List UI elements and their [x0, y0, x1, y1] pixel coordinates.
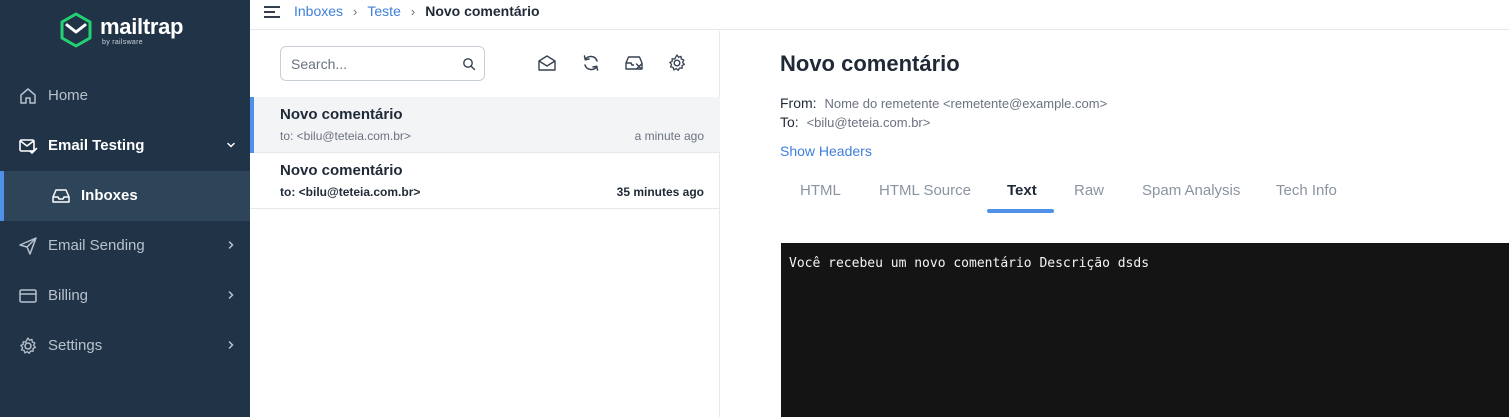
breadcrumb: Inboxes › Teste › Novo comentário	[294, 3, 540, 19]
sidebar-item-settings[interactable]: Settings	[0, 321, 250, 371]
inbox-icon	[52, 189, 70, 203]
show-headers-link[interactable]: Show Headers	[780, 143, 872, 159]
to-line: To: <bilu@teteia.com.br>	[780, 114, 930, 130]
brand-name: mailtrap	[100, 14, 184, 39]
message-text-body: Você recebeu um novo comentário Descriçã…	[781, 243, 1509, 417]
message-row-selected[interactable]: Novo comentário to: <bilu@teteia.com.br>…	[250, 97, 720, 153]
search-box	[280, 46, 485, 81]
sidebar: mailtrap by railsware Home Email Testing…	[0, 0, 250, 417]
sidebar-item-label: Email Testing	[48, 137, 145, 154]
tab-text[interactable]: Text	[1007, 182, 1037, 199]
message-detail-pane: Novo comentário From: Nome do remetente …	[720, 31, 1509, 417]
breadcrumb-inboxes[interactable]: Inboxes	[294, 3, 343, 19]
message-time: 35 minutes ago	[616, 185, 704, 199]
to-value: <bilu@teteia.com.br>	[806, 115, 931, 130]
from-label: From:	[780, 95, 817, 111]
sidebar-item-billing[interactable]: Billing	[0, 271, 250, 321]
breadcrumb-separator: ›	[410, 3, 416, 19]
message-list-pane: Novo comentário to: <bilu@teteia.com.br>…	[250, 31, 720, 417]
tab-html-source[interactable]: HTML Source	[879, 182, 971, 199]
search-input[interactable]	[291, 55, 456, 73]
active-tab-indicator	[987, 209, 1054, 213]
chevron-right-icon	[228, 241, 234, 249]
breadcrumb-current: Novo comentário	[425, 3, 540, 19]
mark-read-icon[interactable]	[537, 53, 557, 73]
sidebar-item-inboxes[interactable]: Inboxes	[0, 171, 250, 221]
to-label: To:	[780, 114, 799, 130]
message-body-text: Você recebeu um novo comentário Descriçã…	[789, 256, 1150, 271]
breadcrumb-inbox-teste[interactable]: Teste	[367, 3, 400, 19]
gear-icon	[20, 337, 37, 354]
from-value: Nome do remetente <remetente@example.com…	[824, 96, 1108, 111]
active-indicator	[0, 171, 4, 221]
message-subject: Novo comentário	[280, 162, 403, 179]
sidebar-item-label: Billing	[48, 287, 89, 304]
chevron-down-icon	[227, 142, 235, 148]
from-line: From: Nome do remetente <remetente@examp…	[780, 95, 1107, 111]
tab-spam-analysis[interactable]: Spam Analysis	[1142, 182, 1240, 199]
tab-tech-info[interactable]: Tech Info	[1276, 182, 1337, 199]
sidebar-item-label: Email Sending	[48, 237, 145, 254]
message-recipient: to: <bilu@teteia.com.br>	[280, 185, 421, 199]
email-testing-icon	[19, 139, 38, 155]
chevron-right-icon	[228, 291, 234, 299]
send-icon	[19, 237, 37, 255]
message-time: a minute ago	[634, 129, 704, 143]
refresh-icon[interactable]	[581, 53, 601, 73]
gear-icon[interactable]	[667, 53, 687, 73]
billing-icon	[19, 289, 37, 303]
message-row[interactable]: Novo comentário to: <bilu@teteia.com.br>…	[250, 153, 720, 209]
sidebar-item-home[interactable]: Home	[0, 71, 250, 121]
sidebar-item-email-sending[interactable]: Email Sending	[0, 221, 250, 271]
clear-inbox-icon[interactable]	[624, 53, 644, 73]
home-icon	[20, 88, 36, 104]
selected-indicator	[250, 97, 254, 153]
tab-raw[interactable]: Raw	[1074, 182, 1104, 199]
chevron-right-icon	[228, 341, 234, 349]
sidebar-item-label: Inboxes	[81, 187, 138, 204]
breadcrumb-separator: ›	[353, 3, 358, 19]
message-subject: Novo comentário	[280, 106, 403, 123]
sidebar-item-label: Home	[48, 87, 89, 104]
topbar: Inboxes › Teste › Novo comentário	[250, 0, 1509, 30]
tab-html[interactable]: HTML	[800, 182, 841, 199]
mailtrap-logo[interactable]: mailtrap by railsware	[58, 12, 198, 48]
message-title: Novo comentário	[780, 51, 960, 76]
message-recipient: to: <bilu@teteia.com.br>	[280, 129, 411, 143]
brand-tagline: by railsware	[102, 39, 143, 46]
sidebar-item-label: Settings	[48, 337, 103, 354]
mailtrap-logo-icon	[60, 12, 92, 48]
sidebar-item-email-testing[interactable]: Email Testing	[0, 121, 250, 171]
search-icon[interactable]	[462, 57, 476, 71]
menu-toggle-icon[interactable]	[263, 4, 281, 20]
